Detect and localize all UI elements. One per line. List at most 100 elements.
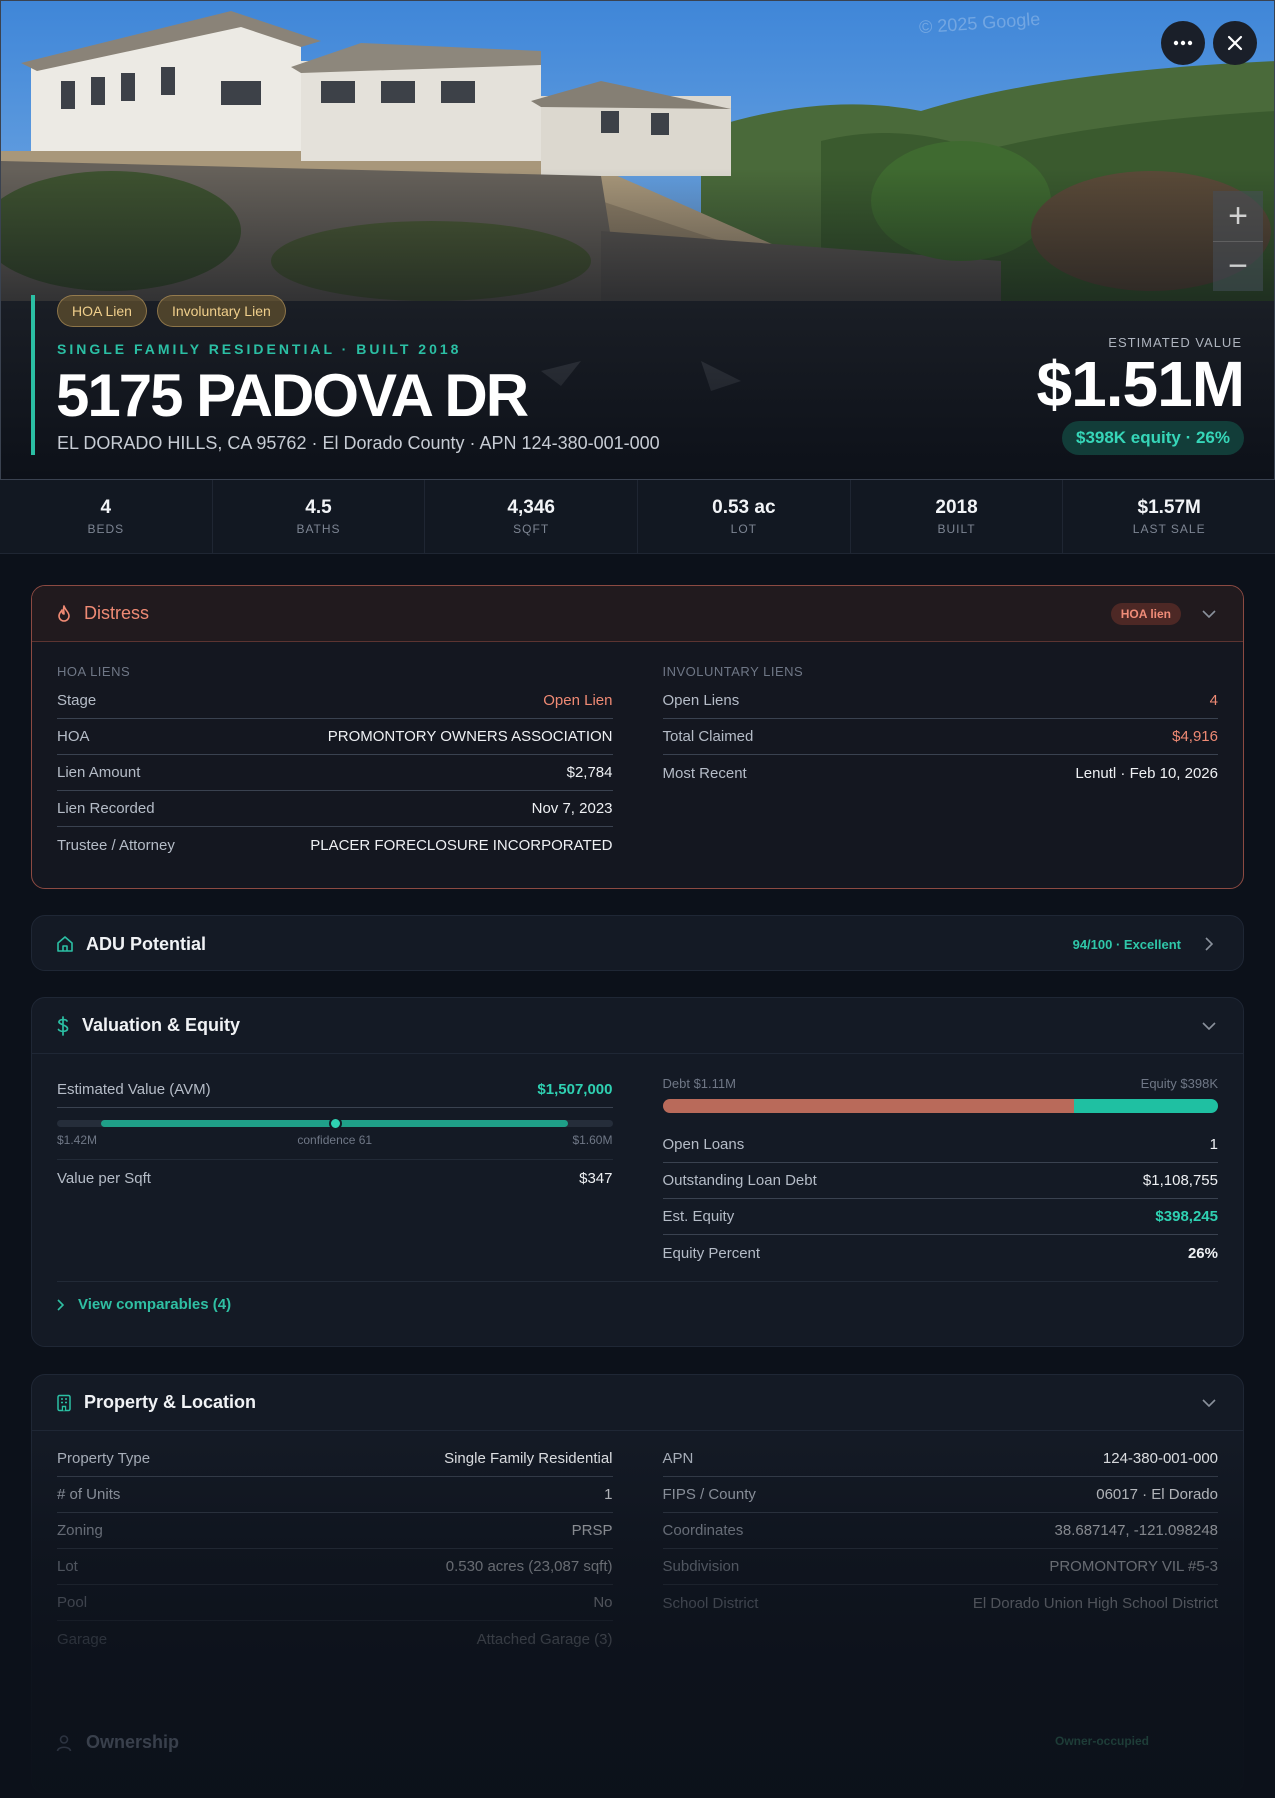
comparables-label: View comparables (4) — [78, 1296, 232, 1313]
row-value: Single Family Residential — [444, 1450, 613, 1467]
hoa-liens-column: HOA LIENS Stage Open Lien HOA PROMONTORY O… — [57, 642, 613, 863]
chevron-down-icon — [1202, 1398, 1216, 1407]
row-key: FIPS / County — [662, 1486, 756, 1503]
adu-header[interactable]: ADU Potential 94/100 · Excellent — [32, 916, 1243, 970]
detail-row: Open Loans 1 — [662, 1127, 1218, 1163]
row-key: Open Loans — [662, 1136, 745, 1153]
row-key: Value per Sqft — [57, 1170, 151, 1187]
row-key: Outstanding Loan Debt — [662, 1172, 817, 1189]
stat-sqft: 4,346 SQFT — [425, 480, 639, 553]
collapse-toggle[interactable] — [1199, 1398, 1219, 1407]
adu-potential-card[interactable]: ADU Potential 94/100 · Excellent — [31, 915, 1244, 971]
property-title: Property & Location — [84, 1392, 257, 1412]
range-confidence: confidence 61 — [297, 1133, 373, 1147]
detail-row: # of Units 1 — [57, 1477, 613, 1513]
address-details: EL DORADO HILLS, CA 95762 · El Dorado Co… — [57, 433, 660, 453]
chip-involuntary-lien[interactable]: Involuntary Lien — [156, 295, 286, 327]
ownership-header[interactable]: Ownership — [56, 1732, 179, 1753]
collapse-toggle[interactable] — [1199, 609, 1219, 618]
detail-row: APN 124-380-001-000 — [662, 1441, 1218, 1477]
zoom-out-button[interactable]: − — [1213, 241, 1263, 291]
avm-value: $1,507,000 — [537, 1081, 613, 1098]
chip-hoa-lien[interactable]: HOA Lien — [57, 295, 147, 327]
more-options-button[interactable] — [1161, 21, 1205, 65]
row-key: Garage — [57, 1630, 108, 1648]
user-icon — [56, 1734, 72, 1751]
value-per-sqft-row: Value per Sqft $347 — [57, 1159, 613, 1195]
row-value: PROMONTORY OWNERS ASSOCIATION — [327, 728, 613, 745]
avm-column: Estimated Value (AVM) $1,507,000 $1.42M … — [57, 1054, 613, 1271]
detail-row: Zoning PRSP — [57, 1513, 613, 1549]
detail-row: Pool No — [57, 1585, 613, 1621]
equity-pill: $398K equity · 26% — [1061, 421, 1244, 455]
section-label: HOA LIENS — [57, 664, 131, 679]
row-key: # of Units — [57, 1486, 121, 1503]
row-key: Total Claimed — [662, 728, 754, 745]
stat-label: SQFT — [513, 522, 550, 536]
property-header[interactable]: Property & Location — [32, 1375, 1243, 1431]
zoom-in-button[interactable]: + — [1213, 191, 1263, 241]
row-value: $4,916 — [1172, 728, 1218, 745]
detail-row: School District El Dorado Union High Scho… — [663, 1585, 1219, 1621]
expand-toggle[interactable] — [1199, 937, 1219, 951]
equity-label: Equity $398K — [1140, 1076, 1218, 1091]
valuation-header[interactable]: Valuation & Equity — [32, 998, 1243, 1054]
detail-row: Open Liens 4 — [662, 683, 1218, 719]
row-value: 38.687147, -121.098248 — [1054, 1522, 1218, 1539]
row-key: School District — [662, 1594, 759, 1612]
confidence-range-track — [57, 1117, 613, 1130]
debt-label: Debt $1.11M — [662, 1076, 736, 1091]
row-key: Stage — [57, 692, 97, 709]
row-value: 1 — [604, 1486, 613, 1503]
detail-row: Equity Percent 26% — [663, 1235, 1219, 1271]
row-key: Coordinates — [662, 1522, 744, 1539]
row-value: $2,784 — [566, 764, 613, 781]
range-low: $1.42M — [57, 1133, 98, 1147]
row-value: 26% — [1187, 1244, 1218, 1262]
property-column: Property Type Single Family Residential #… — [57, 1441, 613, 1657]
detail-row: Lien Recorded Nov 7, 2023 — [57, 791, 613, 827]
row-value: PROMONTORY VIL #5-3 — [1049, 1558, 1218, 1575]
dollar-icon — [57, 1015, 69, 1036]
stat-label: BATHS — [296, 522, 341, 536]
avm-label: Estimated Value (AVM) — [57, 1081, 211, 1098]
chevron-down-icon — [1202, 609, 1216, 618]
detail-row: Lien Amount $2,784 — [57, 755, 613, 791]
more-horizontal-icon — [1173, 40, 1193, 46]
detail-row: Subdivision PROMONTORY VIL #5-3 — [662, 1549, 1218, 1585]
stat-value: 4,346 — [507, 497, 555, 518]
valuation-title: Valuation & Equity — [82, 1015, 241, 1035]
chevron-right-icon — [57, 1298, 64, 1311]
row-key: Trustee / Attorney — [57, 836, 175, 854]
detail-row: Coordinates 38.687147, -121.098248 — [662, 1513, 1218, 1549]
stat-value: $1.57M — [1137, 497, 1201, 518]
close-button[interactable] — [1213, 21, 1257, 65]
distress-card: Distress HOA lien HOA LIENS Stage Open Li… — [31, 585, 1244, 889]
stat-built: 2018 BUILT — [851, 480, 1064, 553]
row-value: 0.530 acres (23,087 sqft) — [445, 1558, 613, 1575]
page-title: 5175 PADOVA DR — [56, 362, 529, 429]
view-comparables-link[interactable]: View comparables (4) — [57, 1281, 1218, 1313]
lien-chips: HOA Lien Involuntary Lien — [57, 295, 286, 327]
detail-row: Trustee / Attorney PLACER FORECLOSURE INC… — [57, 827, 613, 863]
stat-value: 4.5 — [305, 497, 332, 518]
row-key: Most Recent — [662, 764, 747, 782]
row-value: Open Lien — [543, 692, 613, 709]
ownership-badge: Owner-occupied — [1055, 1734, 1150, 1748]
row-key: Zoning — [57, 1522, 103, 1539]
distress-header[interactable]: Distress HOA lien — [32, 586, 1243, 642]
row-value: No — [593, 1594, 613, 1611]
location-column: APN 124-380-001-000 FIPS / County 06017 · … — [662, 1441, 1219, 1657]
debt-segment — [662, 1099, 1074, 1113]
avm-row: Estimated Value (AVM) $1,507,000 — [57, 1072, 613, 1108]
collapse-toggle[interactable] — [1199, 1021, 1219, 1030]
avm-marker — [328, 1117, 342, 1130]
row-value: El Dorado Union High School District — [972, 1594, 1218, 1612]
stat-label: LAST SALE — [1132, 522, 1206, 536]
adu-score: 94/100 · Excellent — [1072, 936, 1181, 952]
debt-equity-bar — [662, 1099, 1219, 1113]
row-value: Lenutl · Feb 10, 2026 — [1075, 764, 1218, 782]
home-icon — [57, 936, 73, 952]
stat-label: BUILT — [937, 522, 976, 536]
row-key: Est. Equity — [662, 1208, 735, 1225]
